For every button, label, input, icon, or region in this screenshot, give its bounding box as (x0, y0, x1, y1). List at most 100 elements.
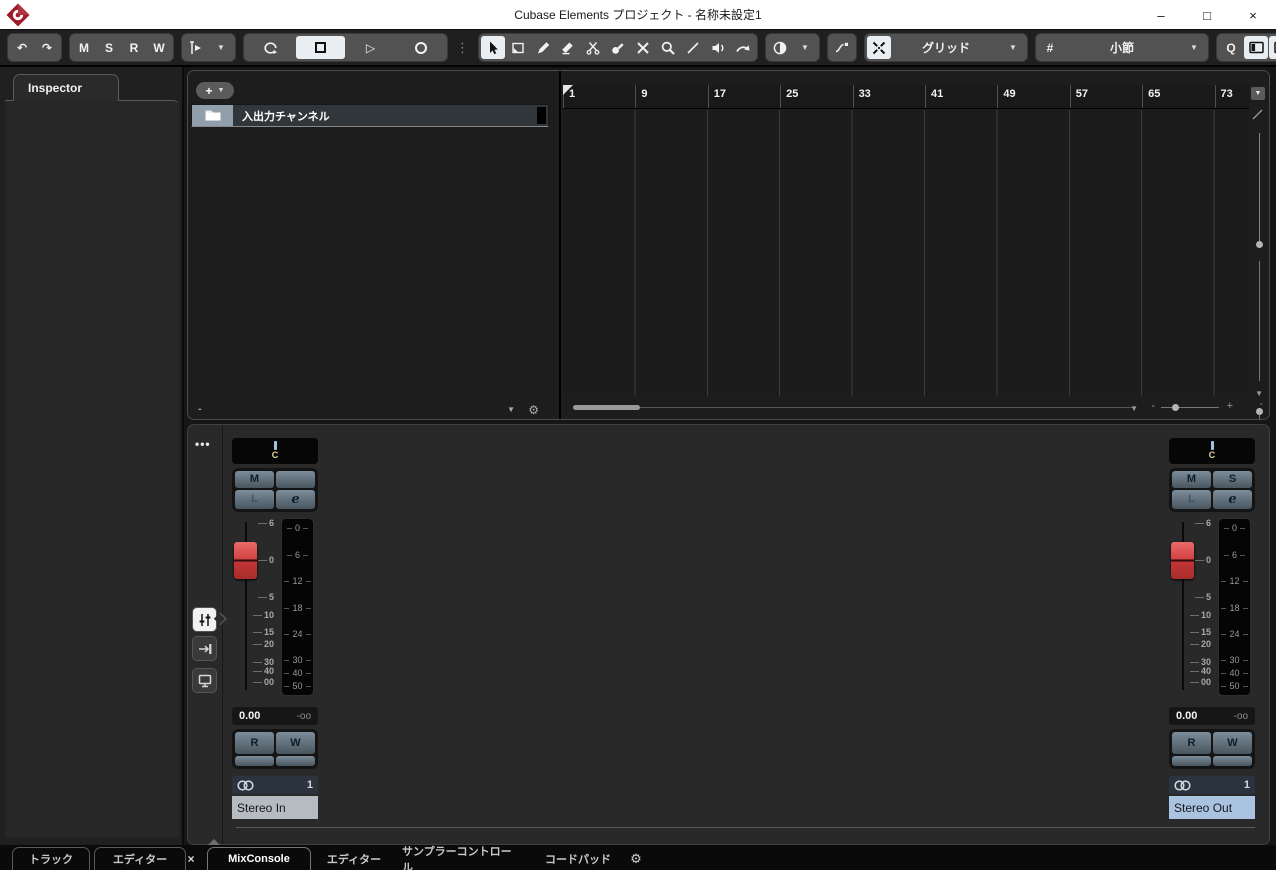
write-automation-button[interactable]: W (1213, 732, 1252, 754)
feedback-tool[interactable] (731, 36, 755, 59)
pan-control[interactable]: C (232, 438, 318, 464)
add-track-button[interactable]: + ▼ (196, 82, 234, 99)
write-automation-button[interactable]: W (276, 732, 315, 754)
mute-tool[interactable] (631, 36, 655, 59)
left-zone-toggle[interactable] (1244, 36, 1268, 59)
horizontal-scrollbar-thumb[interactable] (573, 405, 640, 410)
stop-button[interactable] (296, 36, 345, 59)
track-list-gear-icon[interactable]: ⚙ (528, 403, 539, 417)
scale-label: 6 (1181, 518, 1211, 528)
cycle-button[interactable] (246, 36, 295, 59)
snap-button[interactable] (867, 36, 891, 59)
channel-name[interactable]: Stereo Out (1169, 796, 1255, 819)
undo-button[interactable]: ↶ (10, 36, 34, 59)
timeline-ruler[interactable]: 1 9 17 25 33 41 49 57 65 73 (563, 85, 1251, 109)
solo-button[interactable] (276, 471, 315, 488)
tab-mixconsole[interactable]: MixConsole (207, 847, 311, 870)
v-zoom-dropdown[interactable]: ▼ (1255, 389, 1263, 398)
color-tool[interactable] (768, 36, 792, 59)
h-zoom-slider[interactable] (1161, 407, 1219, 408)
maximize-button[interactable]: □ (1184, 0, 1230, 30)
peak-value[interactable]: -oo (297, 711, 311, 722)
listen-button[interactable]: L (235, 489, 274, 509)
quantize-button[interactable]: Q (1219, 36, 1243, 59)
play-button[interactable]: ▷ (346, 36, 395, 59)
fader-handle[interactable] (1171, 542, 1194, 579)
vertical-scrollbar[interactable] (1259, 133, 1260, 248)
zoom-tool[interactable] (656, 36, 680, 59)
solo-all-button[interactable]: S (97, 36, 121, 59)
vertical-scrollbar-lower[interactable] (1259, 261, 1260, 381)
view-faders-button[interactable] (193, 608, 216, 631)
peak-value[interactable]: -oo (1234, 711, 1248, 722)
listen-button[interactable]: L (1172, 489, 1211, 509)
tab-sampler-control[interactable]: サンプラーコントロール (402, 846, 520, 870)
redo-button[interactable]: ↷ (35, 36, 59, 59)
tab-editor[interactable]: エディター (322, 847, 386, 870)
grid-canvas[interactable] (563, 110, 1251, 396)
lower-zone-close-icon[interactable]: × (183, 847, 199, 870)
autoscroll-icon[interactable] (184, 36, 208, 59)
h-zoom-slider-thumb[interactable] (1172, 404, 1179, 411)
pan-control[interactable]: C (1169, 438, 1255, 464)
blank-button[interactable] (276, 756, 315, 766)
edit-channel-button[interactable]: e (276, 489, 315, 509)
track-scale-collapse[interactable]: - (198, 403, 202, 415)
glue-tool[interactable] (606, 36, 630, 59)
erase-tool[interactable] (556, 36, 580, 59)
edit-channel-button[interactable]: e (1213, 489, 1252, 509)
tab-inspector[interactable]: Inspector (13, 74, 119, 101)
solo-button[interactable]: S (1213, 471, 1252, 488)
range-select-tool[interactable] (506, 36, 530, 59)
zoom-out-h[interactable]: - (1151, 400, 1155, 412)
value-row: 0.00 -oo (232, 707, 318, 725)
grid-type-dropdown[interactable]: ▼ (1182, 36, 1206, 59)
view-routing-button[interactable] (193, 637, 216, 660)
tab-editor-left-zone[interactable]: エディター (94, 847, 186, 870)
read-automation-button[interactable]: R (235, 732, 274, 754)
autoscroll-dropdown[interactable]: ▼ (209, 36, 233, 59)
automation-curve-button[interactable] (830, 36, 854, 59)
blank-button[interactable] (1213, 756, 1252, 766)
gain-value[interactable]: 0.00 (1176, 710, 1197, 722)
snap-type-dropdown[interactable]: ▼ (1001, 36, 1025, 59)
blank-button[interactable] (235, 756, 274, 766)
folder-track-row[interactable]: 入出力チャンネル (191, 104, 549, 127)
grid-type-value[interactable]: 小節 (1063, 36, 1181, 59)
write-all-button[interactable]: W (147, 36, 171, 59)
view-output-button[interactable] (193, 669, 216, 692)
audition-tool[interactable] (706, 36, 730, 59)
toolbar: ↶ ↷ M S R W ▼ ▷ ⋮ ▼ グリッド ▼ # 小節 ▼ Q (0, 30, 1276, 67)
vertical-scrollbar-thumb[interactable] (1256, 241, 1263, 248)
read-all-button[interactable]: R (122, 36, 146, 59)
lower-zone-gear-icon[interactable]: ⚙ (626, 847, 646, 870)
fader-handle[interactable] (234, 542, 257, 579)
read-automation-button[interactable]: R (1172, 732, 1211, 754)
tab-track-list[interactable]: トラック (12, 847, 90, 870)
color-tool-dropdown[interactable]: ▼ (793, 36, 817, 59)
channel-name[interactable]: Stereo In (232, 796, 318, 819)
ruler-options-dropdown[interactable]: ▼ (1251, 87, 1265, 100)
snap-type-value[interactable]: グリッド (892, 36, 1000, 59)
value-row: 0.00 -oo (1169, 707, 1255, 725)
split-tool[interactable] (581, 36, 605, 59)
mute-all-button[interactable]: M (72, 36, 96, 59)
track-list-dropdown[interactable]: ▼ (507, 405, 515, 414)
lower-zone-toggle[interactable] (1269, 36, 1276, 59)
gain-value[interactable]: 0.00 (239, 710, 260, 722)
minimize-button[interactable]: – (1138, 0, 1184, 30)
tab-chord-pads[interactable]: コードパッド (540, 847, 616, 870)
v-zoom-slider-thumb[interactable] (1256, 408, 1263, 415)
line-tool[interactable] (681, 36, 705, 59)
zoom-preset-dropdown[interactable]: ▼ (1130, 404, 1138, 413)
mixconsole-menu-button[interactable]: ••• (195, 437, 211, 451)
select-tool[interactable] (481, 36, 505, 59)
draw-tool[interactable] (531, 36, 555, 59)
zoom-in-h[interactable]: + (1227, 400, 1233, 412)
blank-button[interactable] (1172, 756, 1211, 766)
mute-button[interactable]: M (1172, 471, 1211, 488)
close-button[interactable]: × (1230, 0, 1276, 30)
mute-button[interactable]: M (235, 471, 274, 488)
record-button[interactable] (396, 36, 445, 59)
horizontal-scrollbar-track[interactable] (573, 407, 1133, 408)
